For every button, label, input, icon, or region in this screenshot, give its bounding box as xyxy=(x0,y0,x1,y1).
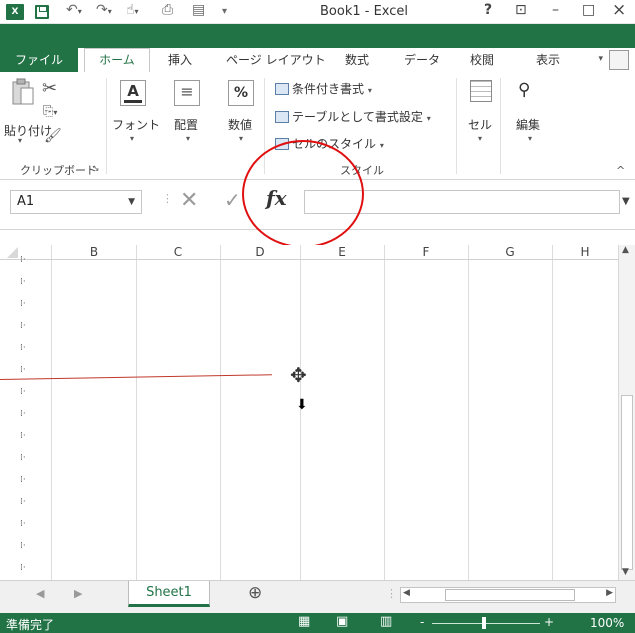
clipboard-group-label: クリップボード xyxy=(20,164,97,177)
normal-view-icon[interactable]: ▦ xyxy=(298,614,310,629)
find-binoculars-icon[interactable]: ⚲ xyxy=(518,80,530,100)
copy-icon[interactable]: ⎘▾ xyxy=(43,104,57,119)
zoom-out-button[interactable]: - xyxy=(420,615,424,629)
worksheet-grid[interactable]: B C D E F G H ⁞· ⁞· ⁞· ⁞· ⁞· ⁞· ⁞· ⁞· ⁞·… xyxy=(0,245,618,580)
name-box[interactable]: A1 ▼ xyxy=(10,190,142,214)
column-header-d[interactable]: D xyxy=(220,245,300,259)
tab-file[interactable]: ファイル xyxy=(0,48,78,72)
form-icon[interactable]: ▤ xyxy=(192,2,205,18)
tab-page-layout[interactable]: ページ レイアウト xyxy=(226,50,326,70)
cancel-entry-icon[interactable]: ✕ xyxy=(180,188,198,213)
cut-icon[interactable]: ✂ xyxy=(42,78,57,99)
column-header-f[interactable]: F xyxy=(384,245,468,259)
print-preview-icon[interactable]: ⎙ xyxy=(162,2,173,18)
close-button[interactable]: × xyxy=(612,0,626,20)
scroll-down-icon[interactable]: ▼ xyxy=(622,567,629,577)
page-break-view-icon[interactable]: ▥ xyxy=(380,614,392,629)
tab-review[interactable]: 校閲 xyxy=(470,50,494,70)
zoom-slider-handle[interactable] xyxy=(482,617,486,629)
number-group-label[interactable]: 数値 xyxy=(228,116,252,133)
number-format-icon[interactable]: % xyxy=(228,80,254,106)
column-header-g[interactable]: G xyxy=(468,245,552,259)
alignment-group-label[interactable]: 配置 xyxy=(174,116,198,133)
editing-group-label[interactable]: 編集 xyxy=(516,116,540,133)
scroll-up-icon[interactable]: ▲ xyxy=(622,245,629,255)
format-as-table-icon xyxy=(275,111,289,123)
next-sheet-icon[interactable]: ▶ xyxy=(74,587,82,600)
cells-group-label[interactable]: セル xyxy=(468,116,492,133)
cells-icon[interactable] xyxy=(470,80,492,102)
font-group-label[interactable]: フォント xyxy=(112,116,160,133)
minimize-button[interactable]: – xyxy=(552,2,559,18)
touch-mode-icon[interactable]: ☝▾ xyxy=(126,2,139,18)
annotation-circle xyxy=(242,140,364,248)
format-as-table-button[interactable]: テーブルとして書式設定 ▾ xyxy=(275,108,431,125)
status-ready: 準備完了 xyxy=(6,618,55,632)
scroll-right-icon[interactable]: ▶ xyxy=(606,588,613,598)
tab-view[interactable]: 表示 xyxy=(536,50,560,70)
save-icon[interactable] xyxy=(35,5,49,19)
name-box-dropdown-icon[interactable]: ▼ xyxy=(128,191,135,213)
conditional-formatting-button[interactable]: 条件付き書式 ▾ xyxy=(275,80,372,97)
tab-formulas[interactable]: 数式 xyxy=(345,50,369,70)
zoom-slider[interactable] xyxy=(432,623,540,624)
excel-logo-icon[interactable]: X xyxy=(6,4,24,20)
paste-icon[interactable] xyxy=(8,78,36,105)
column-header-c[interactable]: C xyxy=(136,245,220,259)
help-button[interactable]: ? xyxy=(484,2,492,18)
expand-formula-bar-icon[interactable]: ▼ xyxy=(622,196,630,207)
redo-icon[interactable]: ↷▾ xyxy=(96,2,112,18)
dialog-launcher-icon[interactable]: ↘ xyxy=(92,164,100,174)
horizontal-scrollbar[interactable]: ◀ ▶ xyxy=(400,587,616,603)
column-header-e[interactable]: E xyxy=(300,245,384,259)
scroll-left-icon[interactable]: ◀ xyxy=(403,588,410,598)
ribbon-tabs: ファイル ホーム 挿入 ページ レイアウト 数式 データ 校閲 表示 ▾ xyxy=(0,24,635,72)
font-icon[interactable]: A xyxy=(120,80,146,106)
alignment-icon[interactable]: ≡ xyxy=(174,80,200,106)
page-layout-view-icon[interactable]: ▣ xyxy=(336,614,348,629)
tab-data[interactable]: データ xyxy=(404,50,440,70)
ribbon-display-options-icon[interactable]: ⊡ xyxy=(515,2,527,18)
down-arrow-icon: ⬇ xyxy=(296,397,308,413)
vertical-scrollbar[interactable]: ▲ ▼ xyxy=(618,245,635,580)
move-cursor-icon: ✥ xyxy=(290,363,307,387)
prev-sheet-icon[interactable]: ◀ xyxy=(36,587,44,600)
vertical-scroll-thumb[interactable] xyxy=(621,395,633,570)
column-header-h[interactable]: H xyxy=(552,245,618,259)
maximize-button[interactable]: □ xyxy=(582,2,595,18)
title-bar: X ↶▾ ↷▾ ☝▾ ⎙ ▤ ▾ Book1 - Excel ? ⊡ – □ × xyxy=(0,0,635,24)
sheet-tab-sheet1[interactable]: Sheet1 xyxy=(128,581,210,607)
confirm-entry-icon[interactable]: ✓ xyxy=(224,188,241,212)
collapse-ribbon-icon[interactable]: ^ xyxy=(616,164,625,177)
format-painter-icon[interactable]: 🖌 xyxy=(44,128,62,144)
status-bar: 準備完了 ▦ ▣ ▥ - + 100% xyxy=(0,613,635,633)
customize-toolbar-icon[interactable]: ▾ xyxy=(222,6,227,17)
tab-overflow-icon[interactable]: ▾ xyxy=(598,54,603,64)
column-header-b[interactable]: B xyxy=(52,245,136,259)
horizontal-scroll-thumb[interactable] xyxy=(445,589,575,601)
tab-insert[interactable]: 挿入 xyxy=(168,50,192,70)
undo-icon[interactable]: ↶▾ xyxy=(66,2,82,18)
add-sheet-icon[interactable]: ⊕ xyxy=(248,583,262,603)
select-all-corner-icon[interactable] xyxy=(0,245,20,259)
tab-home[interactable]: ホーム xyxy=(84,48,150,72)
user-account-icon[interactable] xyxy=(609,50,629,70)
window-title: Book1 - Excel xyxy=(320,4,409,19)
conditional-formatting-icon xyxy=(275,83,289,95)
zoom-in-button[interactable]: + xyxy=(544,615,554,629)
zoom-level[interactable]: 100% xyxy=(590,616,624,630)
sheet-tab-bar: ◀ ▶ Sheet1 ⊕ ⋮ ◀ ▶ xyxy=(0,580,635,613)
